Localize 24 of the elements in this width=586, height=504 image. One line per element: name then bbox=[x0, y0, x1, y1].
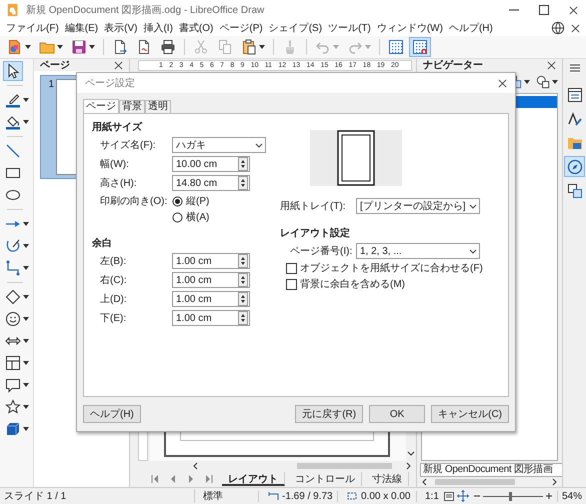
window-title: 新規 OpenDocument 図形描画.odg - LibreOffice Draw bbox=[26, 4, 266, 17]
radio-label: 縦(P) bbox=[186, 195, 210, 208]
checkbox-label: オブジェクトを用紙サイズに合わせる(F) bbox=[300, 262, 483, 275]
field-label: 高さ(H): bbox=[100, 176, 138, 190]
field-label: 右(C): bbox=[100, 274, 128, 287]
panel-title: ページ bbox=[40, 59, 70, 72]
status-text: 標準 bbox=[194, 489, 258, 503]
field-label: 用紙トレイ(T): bbox=[280, 200, 347, 213]
page-number: 1 bbox=[47, 79, 54, 92]
status-text: 54% bbox=[556, 490, 582, 502]
field-label: ページ番号(I): bbox=[290, 244, 354, 258]
status-text: 0.00 x 0.00 bbox=[361, 490, 410, 502]
status-text: スライド 1 / 1 bbox=[4, 490, 68, 503]
field-label: 左(B): bbox=[100, 255, 128, 268]
panel-title: ナビゲーター bbox=[423, 58, 483, 72]
status-text: -1.69 / 9.73 bbox=[282, 490, 333, 502]
status-text: 1:1 bbox=[416, 490, 443, 502]
checkbox-label: 背景に余白を含める(M) bbox=[300, 278, 405, 291]
section-heading: 余白 bbox=[92, 236, 113, 250]
radio-label: 横(A) bbox=[186, 210, 210, 224]
section-heading: レイアウト設定 bbox=[280, 226, 351, 240]
field-label: 上(D): bbox=[100, 292, 128, 306]
field-label: 印刷の向き(O): bbox=[100, 194, 168, 208]
field-label: 下(E): bbox=[100, 312, 128, 325]
